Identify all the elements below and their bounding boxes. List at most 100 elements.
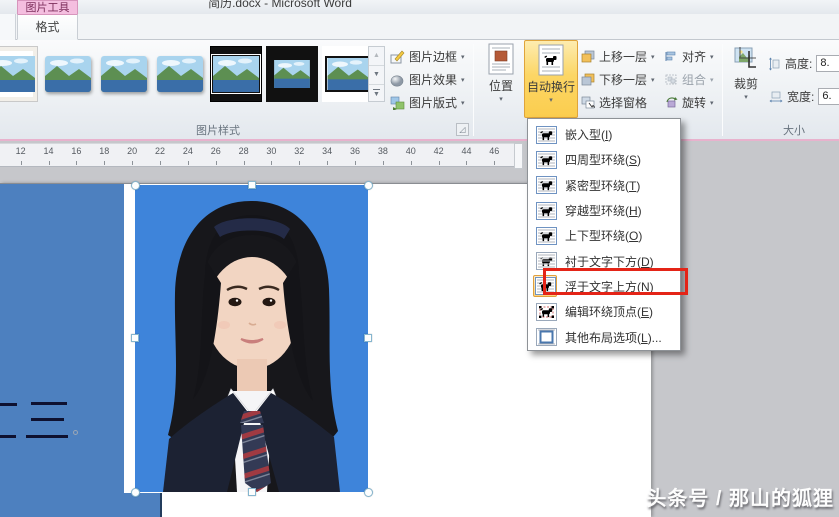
wrap-text-button[interactable]: 自动换行 ▾ <box>524 40 578 118</box>
ruler-number: 44 <box>461 146 472 156</box>
red-annotation-box <box>543 268 688 295</box>
picture-effects-icon <box>390 75 404 86</box>
ruler-tick <box>494 161 496 165</box>
group-separator <box>722 44 723 136</box>
placeholder-line <box>0 403 17 406</box>
picture-layout-button[interactable]: 图片版式 ▾ <box>390 94 465 111</box>
resize-handle-top-left[interactable] <box>131 181 140 190</box>
resize-handle-top-right[interactable] <box>364 181 373 190</box>
height-input[interactable]: 8. <box>816 55 839 72</box>
picture-border-button[interactable]: 图片边框 ▾ <box>390 48 465 65</box>
menu-item-wrap-through[interactable]: 穿越型环绕(H) <box>528 198 680 223</box>
ruler-number: 38 <box>377 146 388 156</box>
resize-handle-top-center[interactable] <box>248 181 256 189</box>
menu-item-label: 嵌入型(I) <box>565 128 613 143</box>
ruler-endcap <box>514 143 523 169</box>
menu-item-label: 其他布局选项(L)... <box>565 330 662 345</box>
picture-tools-contextual-tab[interactable]: 图片工具 <box>17 0 78 14</box>
width-field-row: 宽度: 6. <box>769 88 839 105</box>
ruler-number: 26 <box>210 146 221 156</box>
picture-style-simple-frame-white[interactable] <box>0 46 38 102</box>
wrap-inline-icon <box>533 125 559 144</box>
bring-forward-button[interactable]: 上移一层 ▾ <box>581 48 655 65</box>
ruler-number: 34 <box>322 146 333 156</box>
group-button[interactable]: 组合 ▾ <box>664 71 714 88</box>
ribbon-tab-row: 格式 <box>0 14 839 40</box>
wrap-topbottom-icon <box>533 226 559 245</box>
resize-handle-middle-right[interactable] <box>364 334 372 342</box>
resize-handle-bottom-left[interactable] <box>131 488 140 497</box>
ruler-number: 18 <box>99 146 110 156</box>
menu-item-wrap-inline[interactable]: 嵌入型(I) <box>528 122 680 147</box>
picture-style-soft-edge-3[interactable] <box>154 46 206 102</box>
portrait-photo <box>135 185 368 492</box>
ruler-number: 32 <box>294 146 305 156</box>
position-button[interactable]: 位置 ▾ <box>478 43 524 118</box>
tab-format[interactable]: 格式 <box>17 14 78 40</box>
placeholder-mark <box>73 430 78 435</box>
ruler-number: 20 <box>127 146 138 156</box>
resume-photo-cell <box>124 493 162 517</box>
ruler-number: 30 <box>266 146 277 156</box>
size-group-label: 大小 <box>783 125 805 137</box>
ruler-tick <box>327 161 329 165</box>
gallery-down-icon[interactable]: ▼ <box>369 66 384 85</box>
width-input[interactable]: 6. <box>818 88 839 105</box>
picture-style-simple-frame-black[interactable] <box>322 46 374 102</box>
picture-style-soft-edge-2[interactable] <box>98 46 150 102</box>
ruler-tick <box>160 161 161 165</box>
selection-pane-icon <box>581 96 595 109</box>
ruler-tick <box>104 161 106 165</box>
ruler-tick <box>271 161 273 165</box>
resize-handle-bottom-right[interactable] <box>364 488 373 497</box>
resize-handle-middle-left[interactable] <box>131 334 139 342</box>
ruler-tick <box>20 161 22 165</box>
height-icon <box>769 57 780 70</box>
menu-item-label: 编辑环绕顶点(E) <box>565 305 654 320</box>
ruler-number: 36 <box>350 146 361 156</box>
send-backward-button[interactable]: 下移一层 ▾ <box>581 71 655 88</box>
selection-pane-button[interactable]: 选择窗格 <box>581 94 647 111</box>
menu-item-wrap-square[interactable]: 四周型环绕(S) <box>528 147 680 172</box>
placeholder-line <box>26 435 68 438</box>
bring-forward-icon <box>581 50 595 63</box>
wrap-text-dropdown-menu: 嵌入型(I) 四周型环绕(S) 紧密型环绕(T) 穿越型环绕(H) 上下型环绕(O) 衬于… <box>527 118 681 351</box>
gallery-up-icon[interactable]: ▲ <box>369 47 384 66</box>
previous-tab-edge <box>0 14 16 40</box>
horizontal-ruler[interactable]: 12 14 16 18 20 22 24 26 28 30 32 34 36 38 40 42 44 46 <box>0 143 514 167</box>
picture-style-metal-frame-black[interactable] <box>210 46 262 102</box>
resize-handle-bottom-center[interactable] <box>248 488 256 496</box>
gallery-scrollbar[interactable]: ▲ ▼ ▼ <box>368 46 385 102</box>
menu-item-edit-points[interactable]: 编辑环绕顶点(E) <box>528 299 680 324</box>
picture-style-soft-edge-1[interactable] <box>42 46 94 102</box>
menu-item-wrap-topbottom[interactable]: 上下型环绕(O) <box>528 223 680 248</box>
rotate-button[interactable]: 旋转 ▾ <box>664 94 714 111</box>
gallery-more-icon[interactable]: ▼ <box>369 85 384 104</box>
picture-effects-button[interactable]: 图片效果 ▾ <box>390 71 465 88</box>
ruler-number: 16 <box>71 146 82 156</box>
ruler-number: 24 <box>182 146 193 156</box>
ruler-tick <box>382 161 384 165</box>
ruler-tick <box>438 161 440 165</box>
wrap-through-icon <box>533 201 559 220</box>
menu-item-wrap-tight[interactable]: 紧密型环绕(T) <box>528 173 680 198</box>
ruler-number: 22 <box>154 146 166 156</box>
crop-button[interactable]: 裁剪 ▾ <box>726 45 766 117</box>
ruler-tick <box>243 161 245 165</box>
ruler-tick <box>299 161 301 165</box>
placeholder-line <box>0 435 16 438</box>
crop-icon <box>734 47 756 68</box>
align-button[interactable]: 对齐 ▾ <box>664 48 714 65</box>
document-title: 简历.docx - Microsoft Word <box>208 0 352 10</box>
picture-styles-dialog-launcher-icon[interactable]: ◿ <box>456 123 469 136</box>
wrap-tight-icon <box>533 176 559 195</box>
send-backward-icon <box>581 73 595 86</box>
menu-item-more-options[interactable]: 其他布局选项(L)... <box>528 324 680 349</box>
menu-item-label: 紧密型环绕(T) <box>565 178 641 193</box>
ruler-tick <box>76 161 78 165</box>
id-photo-image[interactable] <box>135 185 368 492</box>
ruler-tick <box>466 161 468 165</box>
picture-style-frame-black[interactable] <box>266 46 318 102</box>
ruler-tick <box>48 161 50 165</box>
wrap-text-icon <box>538 44 564 76</box>
